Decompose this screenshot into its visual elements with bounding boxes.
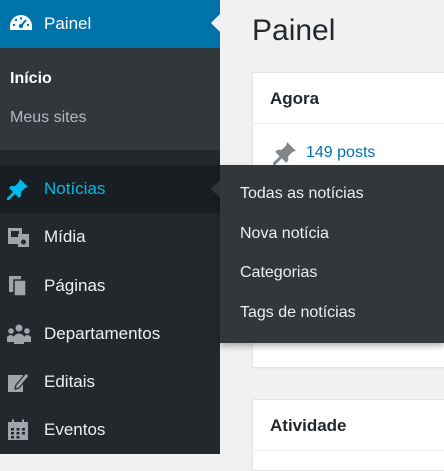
menu-label-notices: Editais — [44, 372, 96, 391]
flyout-arrow — [211, 180, 220, 198]
groups-icon — [6, 322, 32, 351]
current-menu-arrow — [211, 14, 220, 32]
flyout-item-new-news[interactable]: Nova notícia — [240, 225, 329, 243]
submenu-item-my-sites[interactable]: Meus sites — [10, 109, 86, 127]
menu-item-dashboard[interactable]: Painel — [0, 0, 220, 48]
flyout-item-all-news[interactable]: Todas as notícias — [240, 185, 364, 203]
flyout-item-news-tags[interactable]: Tags de notícias — [240, 304, 356, 322]
dashboard-submenu: Início Meus sites — [0, 48, 220, 150]
menu-label-news: Notícias — [44, 179, 106, 198]
widget-header: Agora — [253, 73, 444, 124]
submenu-item-home[interactable]: Início — [10, 70, 52, 88]
menu-item-notices[interactable]: Editais — [0, 358, 220, 406]
menu-label-dashboard: Painel — [44, 14, 92, 33]
posts-count-link[interactable]: 149 posts — [306, 144, 375, 162]
pages-icon — [6, 274, 30, 303]
media-icon — [6, 225, 32, 254]
page-title: Painel — [252, 14, 336, 47]
dashboard-icon — [8, 12, 34, 41]
calendar-icon — [6, 418, 30, 447]
menu-item-events[interactable]: Eventos — [0, 406, 220, 454]
menu-label-pages: Páginas — [44, 276, 106, 295]
news-flyout-submenu: Todas as notícias Nova notícia Categoria… — [220, 165, 444, 343]
pin-icon — [6, 177, 30, 206]
widget-title: Agora — [270, 89, 320, 108]
menu-label-departments: Departamentos — [44, 324, 161, 343]
admin-sidebar: Painel Início Meus sites Notícias Mídia — [0, 0, 220, 454]
menu-item-media[interactable]: Mídia — [0, 213, 220, 261]
menu-label-media: Mídia — [44, 227, 86, 246]
widget-header: Atividade — [253, 400, 444, 451]
widget-title: Atividade — [270, 416, 347, 435]
menu-item-pages[interactable]: Páginas — [0, 262, 220, 310]
menu-item-news[interactable]: Notícias — [0, 165, 220, 213]
menu-label-events: Eventos — [44, 420, 106, 439]
activity-widget: Atividade — [252, 399, 444, 471]
menu-item-departments[interactable]: Departamentos — [0, 310, 220, 358]
flyout-item-categories[interactable]: Categorias — [240, 264, 317, 282]
edit-icon — [6, 370, 30, 399]
